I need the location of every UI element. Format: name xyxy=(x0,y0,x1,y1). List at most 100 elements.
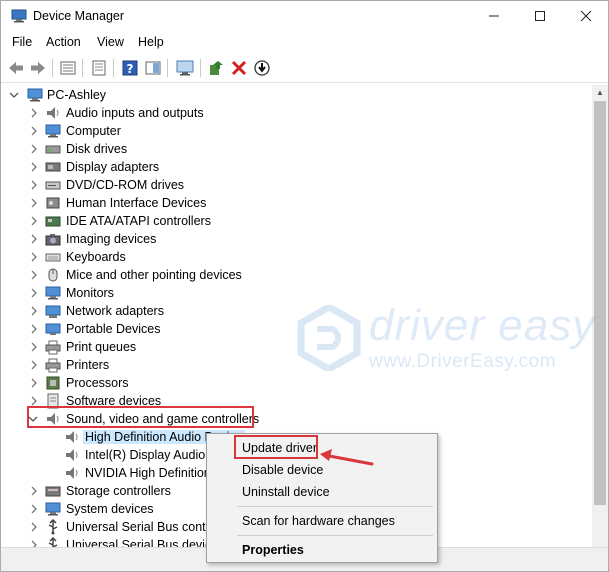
maximize-button[interactable] xyxy=(517,1,563,31)
system-device-icon xyxy=(45,502,61,516)
chevron-right-icon xyxy=(31,342,37,352)
scroll-up-icon[interactable]: ▲ xyxy=(592,85,608,101)
menu-bar: File Action View Help xyxy=(1,31,608,53)
toolbar-separator xyxy=(167,59,168,77)
tree-category[interactable]: Print queues xyxy=(1,338,592,356)
keyboard-icon xyxy=(45,253,61,262)
device-list-view-icon[interactable] xyxy=(59,59,77,77)
device-tree-label: DVD/CD-ROM drives xyxy=(66,178,185,192)
device-tree-label: IDE ATA/ATAPI controllers xyxy=(66,214,211,228)
close-button[interactable] xyxy=(563,1,609,31)
tree-category[interactable]: Audio inputs and outputs xyxy=(1,104,592,122)
device-tree-label: Print queues xyxy=(66,340,137,354)
device-tree-label: PC-Ashley xyxy=(47,88,107,102)
chevron-right-icon xyxy=(31,108,37,118)
chevron-right-icon xyxy=(31,126,37,136)
menu-view[interactable]: View xyxy=(97,35,124,49)
toolbar: ? xyxy=(1,53,608,83)
chevron-right-icon xyxy=(31,270,37,280)
menu-help[interactable]: Help xyxy=(138,35,164,49)
toolbar-separator xyxy=(52,59,53,77)
tree-category[interactable]: Human Interface Devices xyxy=(1,194,592,212)
tree-category[interactable]: Processors xyxy=(1,374,592,392)
scrollbar-thumb[interactable] xyxy=(594,101,606,505)
minimize-icon xyxy=(489,15,499,17)
device-tree-label: Display adapters xyxy=(66,160,160,174)
device-tree-label: Processors xyxy=(66,376,129,390)
update-driver-icon[interactable] xyxy=(207,59,225,77)
device-tree-label: Portable Devices xyxy=(66,322,161,336)
ide-controller-icon xyxy=(45,216,61,227)
speaker-icon xyxy=(66,449,78,461)
device-tree-label: Mice and other pointing devices xyxy=(66,268,242,282)
forward-arrow-icon[interactable] xyxy=(29,59,47,77)
tree-category[interactable]: Keyboards xyxy=(1,248,592,266)
usb-icon xyxy=(48,519,58,535)
tree-category[interactable]: IDE ATA/ATAPI controllers xyxy=(1,212,592,230)
tree-category[interactable]: Computer xyxy=(1,122,592,140)
tree-category[interactable]: Disk drives xyxy=(1,140,592,158)
speaker-icon xyxy=(66,467,78,479)
vertical-scrollbar[interactable]: ▲ xyxy=(592,85,608,547)
portable-device-icon xyxy=(45,323,61,335)
back-arrow-icon[interactable] xyxy=(7,59,25,77)
speaker-icon xyxy=(66,431,78,443)
chevron-right-icon xyxy=(31,378,37,388)
chevron-right-icon xyxy=(31,180,37,190)
tree-category[interactable]: DVD/CD-ROM drives xyxy=(1,176,592,194)
chevron-right-icon xyxy=(31,360,37,370)
processor-icon xyxy=(46,376,60,390)
device-manager-app-icon xyxy=(11,9,27,23)
tree-category[interactable]: Monitors xyxy=(1,284,592,302)
printer-icon xyxy=(45,340,61,355)
speaker-icon xyxy=(47,107,59,119)
context-uninstall-device[interactable]: Uninstall device xyxy=(242,485,330,499)
menu-action[interactable]: Action xyxy=(46,35,81,49)
tree-category[interactable]: Network adapters xyxy=(1,302,592,320)
tree-category[interactable]: Mice and other pointing devices xyxy=(1,266,592,284)
device-manager-window: Device Manager File Action View Help ? P… xyxy=(0,0,609,572)
chevron-right-icon xyxy=(31,198,37,208)
svg-text:?: ? xyxy=(127,62,134,76)
enable-device-down-arrow-icon[interactable] xyxy=(253,59,271,77)
tree-category[interactable]: Display adapters xyxy=(1,158,592,176)
chevron-right-icon xyxy=(31,540,37,547)
title-bar: Device Manager xyxy=(1,1,608,31)
device-tree-label: System devices xyxy=(66,502,154,516)
chevron-right-icon xyxy=(31,252,37,262)
usb-icon xyxy=(48,537,58,547)
chevron-right-icon xyxy=(31,216,37,226)
tree-root-pc[interactable]: PC-Ashley xyxy=(1,86,592,104)
network-adapter-icon xyxy=(45,305,61,318)
context-scan-hardware[interactable]: Scan for hardware changes xyxy=(242,514,395,528)
device-tree-label: Imaging devices xyxy=(66,232,157,246)
context-properties[interactable]: Properties xyxy=(242,543,304,557)
sound-category-highlight xyxy=(27,406,254,428)
device-tree-label: Intel(R) Display Audio xyxy=(85,448,206,462)
menu-file[interactable]: File xyxy=(12,35,32,49)
dvd-drive-icon xyxy=(45,181,61,190)
properties-sheet-icon[interactable] xyxy=(90,59,108,77)
minimize-button[interactable] xyxy=(471,1,517,31)
device-tree-label: Computer xyxy=(66,124,121,138)
chevron-right-icon xyxy=(31,324,37,334)
action-pane-icon[interactable] xyxy=(144,59,162,77)
computer-icon xyxy=(27,88,43,102)
device-tree-label: Keyboards xyxy=(66,250,126,264)
chevron-down-icon xyxy=(9,92,19,98)
disk-drive-icon xyxy=(45,145,61,154)
printer-icon xyxy=(45,358,61,373)
uninstall-device-x-icon[interactable] xyxy=(230,59,248,77)
monitor-icon xyxy=(45,286,61,300)
tree-category[interactable]: Portable Devices xyxy=(1,320,592,338)
device-tree-label: Audio inputs and outputs xyxy=(66,106,204,120)
display-adapter-icon xyxy=(45,162,61,172)
context-disable-device[interactable]: Disable device xyxy=(242,463,323,477)
tree-category[interactable]: Imaging devices xyxy=(1,230,592,248)
device-tree-label: Universal Serial Bus devices xyxy=(66,538,225,547)
hid-icon xyxy=(46,197,60,209)
help-icon[interactable]: ? xyxy=(121,59,139,77)
scan-hardware-monitor-icon[interactable] xyxy=(176,59,194,77)
tree-category[interactable]: Printers xyxy=(1,356,592,374)
maximize-icon xyxy=(535,11,545,21)
